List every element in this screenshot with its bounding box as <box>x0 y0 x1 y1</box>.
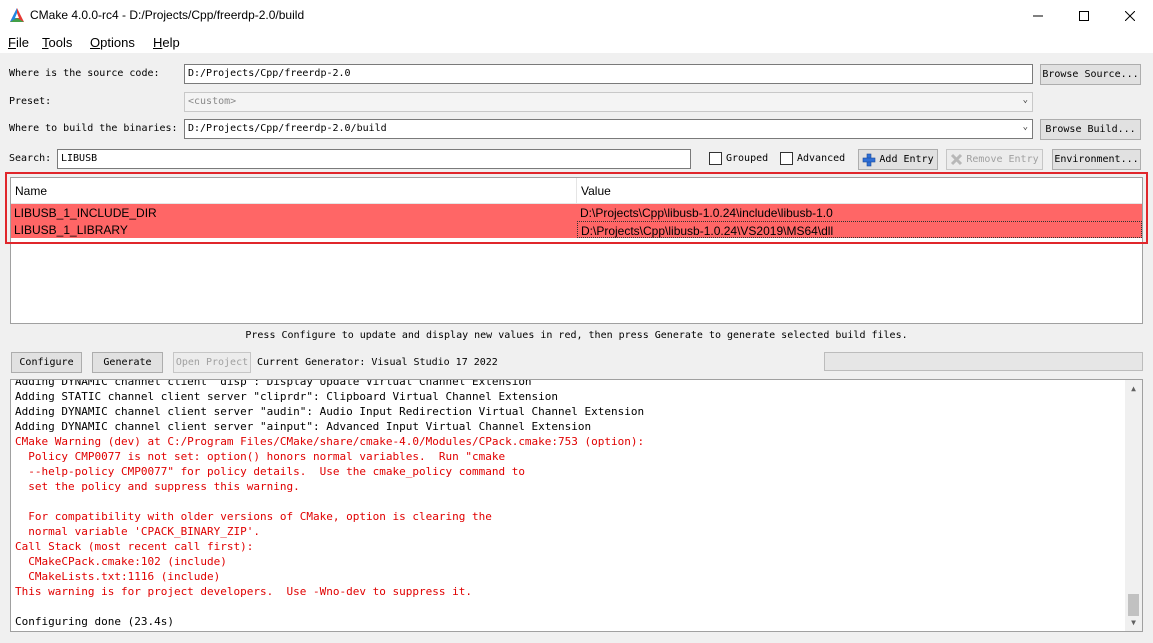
cmake-triangle-icon <box>10 8 24 22</box>
output-line: Adding STATIC channel client server "cli… <box>15 390 559 403</box>
remove-entry-label: Remove Entry <box>966 154 1039 165</box>
environment-button[interactable]: Environment... <box>1052 149 1141 170</box>
build-path-combobox[interactable]: D:/Projects/Cpp/freerdp-2.0/build ⌄ <box>184 119 1033 139</box>
build-label: Where to build the binaries: <box>9 123 178 134</box>
menu-file-label: ile <box>15 35 29 50</box>
close-icon <box>1125 10 1135 21</box>
advanced-checkbox[interactable] <box>780 152 793 165</box>
minimize-icon <box>1033 15 1043 16</box>
search-label: Search: <box>9 153 52 164</box>
output-line: --help-policy CMP0077" for policy detail… <box>15 465 525 478</box>
chevron-down-icon[interactable]: ⌄ <box>1023 122 1028 132</box>
advanced-label: Advanced <box>797 153 846 164</box>
search-input[interactable]: LIBUSB <box>57 149 691 169</box>
menu-options[interactable]: Options <box>90 35 135 50</box>
menu-help[interactable]: Help <box>153 35 180 50</box>
table-row[interactable]: LIBUSB_1_LIBRARY D:\Projects\Cpp\libusb-… <box>11 221 1142 238</box>
output-line: Adding DYNAMIC channel client server "ai… <box>15 420 592 433</box>
output-line: Policy CMP0077 is not set: option() hono… <box>15 450 506 463</box>
source-label: Where is the source code: <box>9 68 160 79</box>
preset-value: <custom> <box>188 96 237 107</box>
output-line: This warning is for project developers. … <box>15 585 472 598</box>
menu-bar: File Tools Options Help <box>0 31 1153 53</box>
minimize-button[interactable] <box>1015 0 1061 31</box>
column-header-name[interactable]: Name <box>11 178 577 204</box>
menu-file-key: F <box>8 35 16 50</box>
output-log[interactable]: Adding DYNAMIC channel client "disp": Di… <box>10 379 1143 632</box>
configure-button[interactable]: Configure <box>11 352 82 373</box>
preset-select[interactable]: <custom> ⌄ <box>184 92 1033 112</box>
progress-bar <box>824 352 1143 371</box>
row-value-cell[interactable]: D:\Projects\Cpp\libusb-1.0.24\VS2019\MS6… <box>577 221 1142 238</box>
browse-build-button[interactable]: Browse Build... <box>1040 119 1141 140</box>
output-line: Adding DYNAMIC channel client server "au… <box>15 405 645 418</box>
maximize-icon <box>1079 10 1089 21</box>
generate-button[interactable]: Generate <box>92 352 163 373</box>
add-entry-label: Add Entry <box>879 154 934 165</box>
output-line: set the policy and suppress this warning… <box>15 480 300 493</box>
plus-icon <box>863 153 876 166</box>
output-line: For compatibility with older versions of… <box>15 510 492 523</box>
output-line: CMake Warning (dev) at C:/Program Files/… <box>15 435 645 448</box>
title-bar: CMake 4.0.0-rc4 - D:/Projects/Cpp/freerd… <box>0 0 1153 31</box>
remove-x-icon <box>951 153 963 166</box>
source-path-input[interactable]: D:/Projects/Cpp/freerdp-2.0 <box>184 64 1033 84</box>
add-entry-button[interactable]: Add Entry <box>858 149 938 170</box>
configure-hint: Press Configure to update and display ne… <box>245 330 908 341</box>
browse-source-button[interactable]: Browse Source... <box>1040 64 1141 85</box>
current-generator-label: Current Generator: Visual Studio 17 2022 <box>257 357 498 368</box>
open-project-button[interactable]: Open Project <box>173 352 251 373</box>
output-line: Adding DYNAMIC channel client "disp": Di… <box>15 379 532 388</box>
menu-tools[interactable]: Tools <box>42 35 72 50</box>
menu-help-label: elp <box>162 35 180 50</box>
menu-help-key: H <box>153 35 163 50</box>
grouped-checkbox[interactable] <box>709 152 722 165</box>
row-name-cell[interactable]: LIBUSB_1_LIBRARY <box>11 221 577 238</box>
output-lines: Adding DYNAMIC channel client "disp": Di… <box>15 379 1120 629</box>
output-line: normal variable 'CPACK_BINARY_ZIP'. <box>15 525 261 538</box>
close-button[interactable] <box>1107 0 1153 31</box>
window-title: CMake 4.0.0-rc4 - D:/Projects/Cpp/freerd… <box>30 8 305 22</box>
output-line: CMakeCPack.cmake:102 (include) <box>15 555 227 568</box>
scroll-down-arrow-icon[interactable]: ▼ <box>1125 614 1142 631</box>
menu-options-key: O <box>90 35 101 50</box>
cache-table: Name Value LIBUSB_1_INCLUDE_DIR D:\Proje… <box>10 177 1143 324</box>
grouped-label: Grouped <box>726 153 769 164</box>
column-header-value[interactable]: Value <box>577 178 1142 204</box>
menu-options-label: ptions <box>100 35 135 50</box>
menu-file[interactable]: File <box>8 35 29 50</box>
output-scrollbar[interactable]: ▲ ▼ <box>1125 380 1142 631</box>
output-line: Call Stack (most recent call first): <box>15 540 254 553</box>
preset-label: Preset: <box>9 96 52 107</box>
menu-tools-label: ools <box>48 35 73 50</box>
table-row[interactable]: LIBUSB_1_INCLUDE_DIR D:\Projects\Cpp\lib… <box>11 204 1142 221</box>
maximize-button[interactable] <box>1061 0 1107 31</box>
build-path-value: D:/Projects/Cpp/freerdp-2.0/build <box>188 123 387 134</box>
chevron-down-icon: ⌄ <box>1022 95 1028 105</box>
row-name-cell[interactable]: LIBUSB_1_INCLUDE_DIR <box>11 204 577 221</box>
output-line: Configuring done (23.4s) <box>15 615 174 628</box>
row-value-cell[interactable]: D:\Projects\Cpp\libusb-1.0.24\include\li… <box>577 204 1142 221</box>
output-line: CMakeLists.txt:1116 (include) <box>15 570 221 583</box>
scrollbar-thumb[interactable] <box>1128 594 1139 616</box>
scroll-up-arrow-icon[interactable]: ▲ <box>1125 380 1142 397</box>
remove-entry-button[interactable]: Remove Entry <box>946 149 1043 170</box>
